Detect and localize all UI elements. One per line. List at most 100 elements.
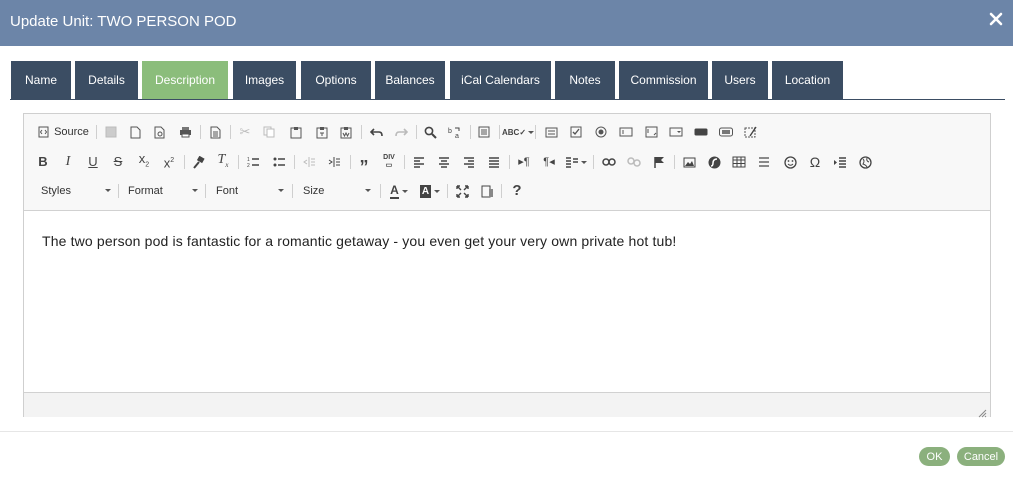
maximize-icon[interactable] [453, 181, 471, 201]
anchor-flag-icon[interactable] [650, 152, 668, 172]
new-page-icon[interactable] [126, 122, 144, 142]
textarea-icon[interactable] [642, 122, 660, 142]
paste-icon[interactable] [287, 122, 305, 142]
numbered-list-icon[interactable]: 12 [244, 152, 262, 172]
remove-format-button[interactable]: Tx [214, 152, 232, 172]
horizontal-rule-icon[interactable] [755, 152, 773, 172]
tab-notes[interactable]: Notes [555, 61, 615, 99]
copy-formatting-icon[interactable] [189, 152, 207, 172]
strikethrough-icon: S [113, 154, 123, 169]
close-icon[interactable] [989, 12, 1003, 26]
paste-text-icon[interactable] [313, 122, 331, 142]
resize-handle-icon[interactable] [978, 405, 987, 418]
size-dropdown[interactable]: Size [303, 181, 371, 201]
hidden-field-icon[interactable] [742, 122, 760, 142]
align-right-icon[interactable] [460, 152, 478, 172]
spellcheck-dropdown[interactable]: ABC✓ [501, 122, 535, 142]
editor-content-area[interactable]: The two person pod is fantastic for a ro… [24, 211, 990, 391]
tab-location[interactable]: Location [772, 61, 843, 99]
form-icon[interactable] [542, 122, 560, 142]
print-icon[interactable] [176, 122, 194, 142]
preview-icon[interactable] [151, 122, 169, 142]
text-field-icon[interactable] [617, 122, 635, 142]
align-center-icon[interactable] [435, 152, 453, 172]
outdent-icon[interactable] [300, 152, 318, 172]
tab-images[interactable]: Images [233, 61, 296, 99]
page-break-icon[interactable] [831, 152, 849, 172]
indent-icon[interactable] [325, 152, 343, 172]
text-color-dropdown[interactable]: A [387, 181, 411, 201]
redo-icon[interactable] [392, 122, 410, 142]
chevron-down-icon [434, 189, 441, 193]
table-icon[interactable] [730, 152, 748, 172]
strikethrough-button[interactable]: S [110, 152, 126, 172]
special-char-icon[interactable]: Ω [806, 152, 824, 172]
unlink-icon[interactable] [625, 152, 643, 172]
smiley-icon[interactable] [781, 152, 799, 172]
button-field-icon[interactable] [692, 122, 710, 142]
chevron-down-icon [401, 189, 408, 193]
find-icon[interactable] [421, 122, 439, 142]
description-text[interactable]: The two person pod is fantastic for a ro… [42, 233, 676, 249]
underline-button[interactable]: U [85, 152, 101, 172]
dialog-title: Update Unit: TWO PERSON POD [10, 13, 237, 30]
save-icon[interactable] [102, 122, 120, 142]
tab-options[interactable]: Options [301, 61, 371, 99]
editor-toolbar: Source ✂ ba ABC✓ B I U S x2 x2 Tx 1 2 ” … [24, 114, 990, 211]
ok-button[interactable]: OK [919, 447, 950, 466]
templates-icon[interactable] [206, 122, 224, 142]
background-color-dropdown[interactable]: A [418, 181, 442, 201]
format-dropdown[interactable]: Format [128, 181, 198, 201]
show-blocks-icon[interactable] [478, 181, 496, 201]
checkbox-icon[interactable] [567, 122, 585, 142]
tab-commission[interactable]: Commission [619, 61, 708, 99]
font-dropdown[interactable]: Font [216, 181, 284, 201]
undo-icon[interactable] [367, 122, 385, 142]
tab-details[interactable]: Details [75, 61, 138, 99]
subscript-button[interactable]: x2 [135, 151, 153, 172]
replace-icon[interactable]: ba [446, 122, 464, 142]
background-color-icon: A [419, 184, 432, 198]
copy-icon[interactable] [260, 122, 278, 142]
text-ltr-icon[interactable]: ▸¶ [515, 152, 533, 172]
blockquote-icon[interactable]: ” [355, 152, 373, 177]
link-icon[interactable] [600, 152, 618, 172]
cancel-button[interactable]: Cancel [957, 447, 1005, 466]
bulleted-list-icon[interactable] [270, 152, 288, 172]
align-left-icon[interactable] [410, 152, 428, 172]
tab-underline [10, 99, 1005, 100]
radio-icon[interactable] [592, 122, 610, 142]
help-icon[interactable]: ? [508, 181, 526, 201]
div-container-icon[interactable]: DIV ▭ [380, 152, 398, 172]
rich-text-editor: Source ✂ ba ABC✓ B I U S x2 x2 Tx 1 2 ” … [23, 113, 991, 418]
cut-icon[interactable]: ✂ [236, 122, 254, 142]
chevron-down-icon [192, 189, 198, 192]
image-icon[interactable] [680, 152, 698, 172]
justify-icon[interactable] [485, 152, 503, 172]
tab-name[interactable]: Name [11, 61, 71, 99]
iframe-globe-icon[interactable] [856, 152, 874, 172]
select-all-icon[interactable] [475, 122, 493, 142]
svg-text:2: 2 [247, 163, 250, 168]
language-dropdown[interactable] [563, 152, 589, 172]
toolbar-row-1: Source ✂ ba ABC✓ [24, 119, 990, 145]
bold-button[interactable]: B [35, 152, 51, 172]
footer-divider [0, 431, 1013, 432]
text-rtl-icon[interactable]: ¶◂ [540, 152, 558, 172]
italic-button[interactable]: I [60, 152, 76, 172]
tab-description[interactable]: Description [142, 61, 228, 99]
svg-text:b: b [448, 128, 452, 135]
superscript-button[interactable]: x2 [160, 152, 178, 172]
tab-users[interactable]: Users [712, 61, 768, 99]
flash-icon[interactable] [705, 152, 723, 172]
chevron-down-icon [278, 189, 284, 192]
tab-balances[interactable]: Balances [375, 61, 445, 99]
tab-ical-calendars[interactable]: iCal Calendars [450, 61, 551, 99]
chevron-down-icon [581, 160, 587, 164]
paste-word-icon[interactable] [337, 122, 355, 142]
select-field-icon[interactable] [667, 122, 685, 142]
source-button[interactable]: Source [36, 122, 91, 142]
image-button-icon[interactable] [717, 122, 735, 142]
styles-dropdown[interactable]: Styles [41, 181, 111, 201]
spellcheck-icon: ABC✓ [501, 127, 527, 137]
